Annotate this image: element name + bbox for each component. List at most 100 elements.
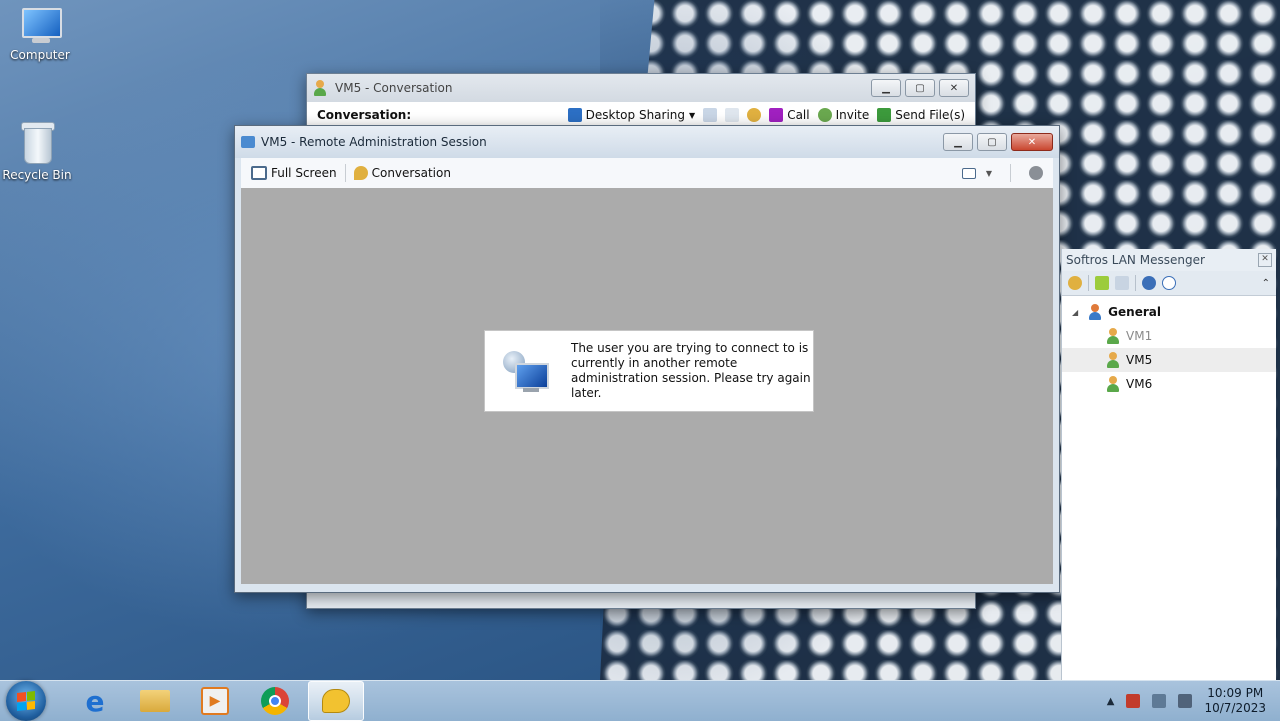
call-button[interactable]: Call [769, 108, 810, 122]
info-icon[interactable] [1162, 276, 1176, 290]
messenger-title: Softros LAN Messenger [1066, 253, 1205, 267]
start-button[interactable] [6, 681, 46, 721]
send-files-label: Send File(s) [895, 108, 965, 122]
folder-icon[interactable] [1095, 276, 1109, 290]
clock-date: 10/7/2023 [1204, 701, 1266, 715]
chevron-down-icon: ▼ [985, 168, 992, 178]
user-icon [313, 80, 327, 96]
video-call-icon [769, 108, 784, 122]
desktop-sharing-label: Desktop Sharing [585, 108, 686, 122]
clock-time: 10:09 PM [1207, 686, 1264, 700]
desktop-sharing-button[interactable]: Desktop Sharing ▼ [567, 108, 695, 122]
call-label: Call [787, 108, 810, 122]
toolbar-divider [344, 164, 346, 182]
send-file-icon [877, 108, 892, 122]
notes-icon[interactable] [725, 108, 740, 122]
connection-message-text: The user you are trying to connect to is… [571, 341, 811, 400]
system-tray: ▲ 10:09 PM 10/7/2023 [1107, 686, 1280, 716]
contact-name: VM1 [1126, 329, 1153, 343]
invite-button[interactable]: Invite [817, 108, 869, 122]
chat-bubble-icon [353, 166, 368, 180]
taskbar-chrome[interactable] [248, 682, 302, 720]
user-icon [1106, 376, 1120, 392]
expand-triangle-icon[interactable]: ◢ [1072, 308, 1078, 317]
taskbar-softros-messenger[interactable] [308, 681, 364, 721]
conversation-label: Conversation: [317, 108, 412, 122]
history-icon[interactable] [703, 108, 718, 122]
desktop-sharing-icon [567, 108, 582, 122]
user-icon [1106, 328, 1120, 344]
minimize-button[interactable]: ▁ [871, 79, 901, 97]
taskbar-file-explorer[interactable] [128, 682, 182, 720]
gear-icon[interactable] [1029, 166, 1043, 180]
contact-name: VM5 [1126, 353, 1153, 367]
internet-explorer-icon: e [85, 684, 105, 718]
contact-item-vm1[interactable]: VM1 [1062, 324, 1276, 348]
media-player-icon: ▶ [201, 687, 229, 715]
clock[interactable]: 10:09 PM 10/7/2023 [1204, 686, 1266, 716]
contact-item-vm5[interactable]: VM5 [1062, 348, 1276, 372]
toolbar-divider [1135, 275, 1136, 291]
messenger-toolbar: ⌃ [1062, 271, 1276, 296]
show-hidden-icons-icon[interactable]: ▲ [1107, 696, 1115, 707]
contact-name: VM6 [1126, 377, 1153, 391]
history-icon[interactable] [1115, 276, 1129, 290]
settings-icon[interactable] [747, 108, 762, 122]
contact-item-vm6[interactable]: VM6 [1062, 372, 1276, 396]
toolbar-divider [1088, 275, 1089, 291]
window-title: VM5 - Conversation [335, 81, 453, 95]
remote-session-titlebar[interactable]: VM5 - Remote Administration Session ▁ ▢ … [235, 126, 1059, 158]
computer-icon [18, 8, 62, 44]
full-screen-label: Full Screen [271, 166, 337, 180]
monitor-icon [961, 167, 976, 179]
full-screen-icon [251, 166, 267, 180]
conversation-titlebar[interactable]: VM5 - Conversation ▁ ▢ ✕ [307, 74, 975, 102]
view-mode-dropdown[interactable]: ▼ [961, 167, 992, 179]
windows-logo-icon [17, 691, 35, 711]
messenger-titlebar: Softros LAN Messenger ✕ [1062, 249, 1276, 271]
remote-viewport[interactable]: The user you are trying to connect to is… [241, 188, 1053, 584]
desktop-icon-computer[interactable]: Computer [0, 8, 80, 62]
action-center-flag-icon[interactable] [1126, 694, 1141, 708]
group-general[interactable]: ◢ General [1062, 300, 1276, 324]
conversation-button[interactable]: Conversation [353, 166, 451, 180]
settings-icon[interactable] [1068, 276, 1082, 290]
remote-session-toolbar: Full Screen Conversation ▼ [241, 158, 1053, 189]
minimize-icon: ▁ [954, 136, 962, 148]
remote-session-window: VM5 - Remote Administration Session ▁ ▢ … [234, 125, 1060, 593]
invite-users-icon [817, 108, 832, 122]
full-screen-button[interactable]: Full Screen [251, 166, 337, 180]
user-icon [1106, 352, 1120, 368]
maximize-button[interactable]: ▢ [905, 79, 935, 97]
desktop-icon-recycle-bin[interactable]: Recycle Bin [0, 122, 77, 182]
folder-icon [140, 690, 170, 712]
desktop: Computer Recycle Bin VM5 - Conversation … [0, 0, 1280, 680]
volume-muted-icon[interactable] [1178, 694, 1193, 708]
close-icon[interactable]: ✕ [1258, 253, 1272, 267]
network-icon[interactable] [1152, 694, 1167, 708]
maximize-icon: ▢ [987, 136, 997, 148]
send-files-button[interactable]: Send File(s) [877, 108, 965, 122]
close-button[interactable]: ✕ [939, 79, 969, 97]
desktop-icon-label: Recycle Bin [2, 168, 72, 182]
remote-session-icon [241, 136, 255, 148]
minimize-button[interactable]: ▁ [943, 133, 973, 151]
desktop-icon-label: Computer [10, 48, 70, 62]
help-icon[interactable] [1142, 276, 1156, 290]
connection-message-box: The user you are trying to connect to is… [484, 330, 814, 412]
taskbar-internet-explorer[interactable]: e [68, 682, 122, 720]
collapse-icon[interactable]: ⌃ [1262, 278, 1270, 289]
close-button[interactable]: ✕ [1011, 133, 1053, 151]
maximize-button[interactable]: ▢ [977, 133, 1007, 151]
messenger-panel: Softros LAN Messenger ✕ ⌃ ◢ General VM1 … [1061, 249, 1276, 680]
window-title: VM5 - Remote Administration Session [261, 135, 487, 149]
chat-bubble-icon [322, 689, 350, 713]
group-icon [1088, 304, 1102, 320]
group-label: General [1108, 305, 1161, 319]
taskbar-media-player[interactable]: ▶ [188, 682, 242, 720]
close-icon: ✕ [949, 82, 959, 94]
remote-computer-icon [503, 347, 551, 395]
conversation-label: Conversation [371, 166, 451, 180]
maximize-icon: ▢ [915, 82, 925, 94]
close-icon: ✕ [1027, 136, 1037, 148]
